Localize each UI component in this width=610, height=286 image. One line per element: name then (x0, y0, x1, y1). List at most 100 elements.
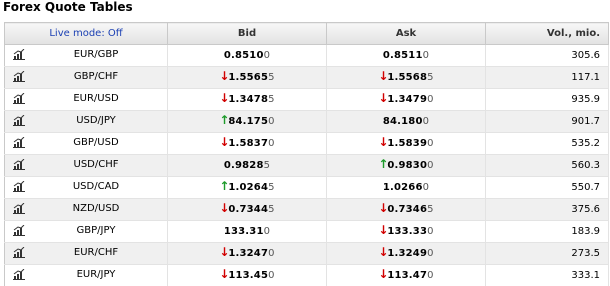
bid-price: 1.0264 (228, 182, 268, 193)
chart-icon[interactable] (13, 225, 25, 237)
currency-pair: USD/CAD (31, 177, 161, 197)
down-arrow-icon: ↓ (378, 269, 386, 279)
chart-icon[interactable] (13, 137, 25, 149)
bid-pip-digit: 5 (268, 72, 275, 83)
table-row[interactable]: NZD/USD↓0.73445↓0.73465375.6 (5, 199, 609, 221)
page-title: Forex Quote Tables (3, 0, 133, 17)
chart-icon[interactable] (13, 247, 25, 259)
down-arrow-icon: ↓ (378, 225, 386, 235)
ask-price: 0.9830 (387, 160, 427, 171)
bid-pip-digit: 5 (264, 160, 271, 171)
table-row[interactable]: EUR/JPY↓113.450↓113.470333.1 (5, 265, 609, 286)
chart-icon[interactable] (13, 115, 25, 127)
pair-cell: USD/CAD (5, 177, 168, 199)
volume-cell: 305.6 (486, 45, 609, 67)
chart-icon[interactable] (13, 203, 25, 215)
volume-cell: 273.5 (486, 243, 609, 265)
bid-pip-digit: 0 (264, 50, 271, 61)
down-arrow-icon: ↓ (219, 137, 227, 147)
currency-pair: USD/CHF (31, 155, 161, 175)
ask-price-cell: ↓1.55685 (327, 67, 486, 89)
down-arrow-icon: ↓ (378, 137, 386, 147)
ask-pip-digit: 0 (427, 160, 434, 171)
table-row[interactable]: USD/CHF 0.98285↑0.98300560.3 (5, 155, 609, 177)
table-row[interactable]: GBP/CHF↓1.55655↓1.55685117.1 (5, 67, 609, 89)
chart-icon[interactable] (13, 49, 25, 61)
chart-icon[interactable] (13, 159, 25, 171)
pair-cell: GBP/JPY (5, 221, 168, 243)
ask-price: 0.8511 (383, 50, 423, 61)
table-row[interactable]: GBP/JPY133.310↓133.330183.9 (5, 221, 609, 243)
volume-cell: 560.3 (486, 155, 609, 177)
table-header-row: Live mode: Off Bid Ask Vol., mio. (5, 23, 609, 45)
down-arrow-icon: ↓ (378, 247, 386, 257)
live-mode-toggle[interactable]: Live mode: Off (5, 23, 168, 45)
ask-pip-digit: 0 (423, 116, 430, 127)
ask-price-cell: ↓133.330 (327, 221, 486, 243)
table-row[interactable]: EUR/GBP0.851000.85110305.6 (5, 45, 609, 67)
bid-price-cell: 0.98285 (168, 155, 327, 177)
currency-pair: GBP/USD (31, 133, 161, 153)
bid-price-cell: ↑1.02645 (168, 177, 327, 199)
bid-price-cell: ↓0.73445 (168, 199, 327, 221)
bid-pip-digit: 5 (268, 204, 275, 215)
down-arrow-icon: ↓ (378, 71, 386, 81)
volume-column-header[interactable]: Vol., mio. (486, 23, 609, 45)
ask-pip-digit: 0 (427, 94, 434, 105)
ask-column-header[interactable]: Ask (327, 23, 486, 45)
bid-price: 84.175 (228, 116, 268, 127)
down-arrow-icon: ↓ (219, 93, 227, 103)
bid-price-cell: ↓113.450 (168, 265, 327, 286)
currency-pair: GBP/CHF (31, 67, 161, 87)
bid-price: 0.7344 (228, 204, 268, 215)
chart-icon[interactable] (13, 269, 25, 281)
table-row[interactable]: USD/CAD↑1.026451.02660550.7 (5, 177, 609, 199)
ask-price-cell: ↑0.98300 (327, 155, 486, 177)
volume-cell: 935.9 (486, 89, 609, 111)
ask-pip-digit: 5 (427, 204, 434, 215)
bid-pip-digit: 0 (268, 248, 275, 259)
down-arrow-icon: ↓ (378, 93, 386, 103)
volume-cell: 535.2 (486, 133, 609, 155)
table-row[interactable]: EUR/USD↓1.34785↓1.34790935.9 (5, 89, 609, 111)
ask-pip-digit: 0 (423, 50, 430, 61)
volume-cell: 550.7 (486, 177, 609, 199)
down-arrow-icon: ↓ (378, 203, 386, 213)
bid-price: 1.5837 (228, 138, 268, 149)
bid-price-cell: ↑84.1750 (168, 111, 327, 133)
currency-pair: NZD/USD (31, 199, 161, 219)
pair-cell: EUR/GBP (5, 45, 168, 67)
ask-price: 0.7346 (387, 204, 427, 215)
ask-pip-digit: 0 (427, 138, 434, 149)
bid-pip-digit: 0 (268, 270, 275, 281)
down-arrow-icon: ↓ (219, 247, 227, 257)
bid-price-cell: 0.85100 (168, 45, 327, 67)
pair-cell: GBP/CHF (5, 67, 168, 89)
currency-pair: EUR/JPY (31, 265, 161, 285)
table-row[interactable]: EUR/CHF↓1.32470↓1.32490273.5 (5, 243, 609, 265)
chart-icon[interactable] (13, 93, 25, 105)
table-row[interactable]: GBP/USD↓1.58370↓1.58390535.2 (5, 133, 609, 155)
currency-pair: EUR/USD (31, 89, 161, 109)
currency-pair: EUR/CHF (31, 243, 161, 263)
currency-pair: EUR/GBP (31, 45, 161, 65)
table-row[interactable]: USD/JPY↑84.175084.1800901.7 (5, 111, 609, 133)
chart-icon[interactable] (13, 71, 25, 83)
bid-price: 1.3478 (228, 94, 268, 105)
pair-cell: EUR/CHF (5, 243, 168, 265)
ask-pip-digit: 0 (427, 248, 434, 259)
quote-table-body: EUR/GBP0.851000.85110305.6GBP/CHF↓1.5565… (5, 45, 609, 286)
bid-price-cell: ↓1.55655 (168, 67, 327, 89)
bid-pip-digit: 5 (268, 94, 275, 105)
bid-column-header[interactable]: Bid (168, 23, 327, 45)
bid-price: 1.5565 (228, 72, 268, 83)
bid-price-cell: ↓1.58370 (168, 133, 327, 155)
down-arrow-icon: ↓ (219, 203, 227, 213)
up-arrow-icon: ↑ (219, 115, 227, 125)
ask-price-cell: ↓1.58390 (327, 133, 486, 155)
bid-pip-digit: 5 (268, 182, 275, 193)
chart-icon[interactable] (13, 181, 25, 193)
ask-pip-digit: 5 (427, 72, 434, 83)
ask-price-cell: 0.85110 (327, 45, 486, 67)
bid-pip-digit: 0 (268, 116, 275, 127)
